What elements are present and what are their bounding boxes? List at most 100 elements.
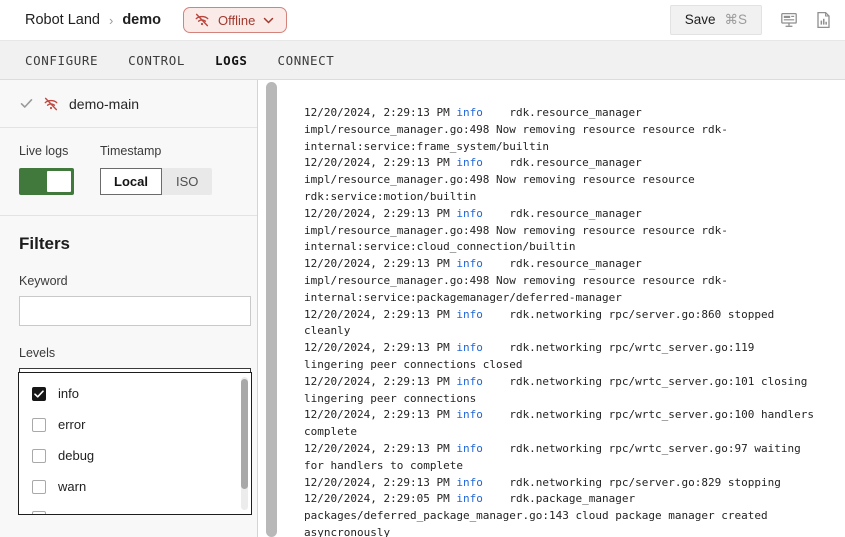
save-button[interactable]: Save ⌘S — [670, 5, 762, 35]
log-line: lingering peer connections closed — [304, 357, 845, 374]
breadcrumb-machine[interactable]: demo — [122, 12, 161, 28]
checkbox-warn[interactable] — [32, 480, 46, 494]
log-line: impl/resource_manager.go:498 Now removin… — [304, 172, 845, 189]
levels-dropdown: info error debug warn — [18, 372, 252, 515]
checkbox-partial[interactable] — [32, 511, 46, 516]
log-line: internal:service:cloud_connection/builti… — [304, 239, 845, 256]
level-option-error[interactable]: error — [19, 409, 251, 440]
breadcrumb-org[interactable]: Robot Land — [25, 12, 100, 28]
log-line: cleanly — [304, 323, 845, 340]
level-option-partial[interactable] — [19, 502, 251, 515]
tab-connect[interactable]: CONNECT — [278, 53, 335, 68]
tab-configure[interactable]: CONFIGURE — [25, 53, 98, 68]
log-line: 12/20/2024, 2:29:13 PM info rdk.networki… — [304, 340, 845, 357]
log-timestamp: 12/20/2024, 2:29:13 PM — [304, 341, 456, 354]
tab-control[interactable]: CONTROL — [128, 53, 185, 68]
dropdown-scrollbar-thumb[interactable] — [241, 379, 248, 489]
log-line: 12/20/2024, 2:29:13 PM info rdk.resource… — [304, 256, 845, 273]
level-option-label: debug — [58, 448, 94, 463]
log-panel: 12/20/2024, 2:29:13 PM info rdk.resource… — [278, 80, 845, 537]
timestamp-option-local[interactable]: Local — [100, 168, 162, 195]
log-message: rdk.resource_manager — [483, 257, 642, 270]
save-shortcut: ⌘S — [724, 12, 747, 28]
log-level: info — [456, 207, 483, 220]
log-entry: 12/20/2024, 2:29:13 PM info rdk.networki… — [304, 441, 845, 475]
log-entry: 12/20/2024, 2:29:13 PM info rdk.resource… — [304, 256, 845, 306]
log-line: internal:service:frame_system/builtin — [304, 139, 845, 156]
log-line: rdk:service:motion/builtin — [304, 189, 845, 206]
levels-label: Levels — [19, 346, 238, 360]
chevron-down-icon — [263, 17, 274, 24]
log-entry: 12/20/2024, 2:29:13 PM info rdk.networki… — [304, 407, 845, 441]
breadcrumb-separator: › — [109, 13, 113, 28]
toggle-knob — [47, 171, 71, 192]
filters-title: Filters — [19, 234, 238, 254]
tab-logs[interactable]: LOGS — [215, 53, 248, 68]
save-label: Save — [685, 12, 716, 28]
dropdown-scrollbar[interactable] — [241, 377, 248, 510]
checkbox-info[interactable] — [32, 387, 46, 401]
timestamp-option-iso[interactable]: ISO — [162, 168, 212, 195]
log-timestamp: 12/20/2024, 2:29:13 PM — [304, 257, 456, 270]
level-option-warn[interactable]: warn — [19, 471, 251, 502]
checkbox-debug[interactable] — [32, 449, 46, 463]
log-message: rdk.networking rpc/wrtc_server.go:119 — [483, 341, 755, 354]
wifi-off-icon — [43, 96, 59, 112]
log-level: info — [456, 156, 483, 169]
keyword-label: Keyword — [19, 274, 238, 288]
log-level: info — [456, 476, 483, 489]
level-option-info[interactable]: info — [19, 378, 251, 409]
machine-status-badge[interactable]: Offline — [183, 7, 287, 33]
filters-section: Filters Keyword Levels — [0, 216, 257, 398]
log-controls: Live logs Timestamp Local ISO — [0, 128, 257, 216]
log-entry: 12/20/2024, 2:29:13 PM info rdk.resource… — [304, 105, 845, 155]
log-entry: 12/20/2024, 2:29:13 PM info rdk.networki… — [304, 307, 845, 341]
log-level: info — [456, 375, 483, 388]
log-message: rdk.networking rpc/server.go:829 stoppin… — [483, 476, 781, 489]
log-timestamp: 12/20/2024, 2:29:05 PM — [304, 492, 456, 505]
log-line: impl/resource_manager.go:498 Now removin… — [304, 273, 845, 290]
log-file-icon[interactable] — [816, 11, 831, 29]
log-line: 12/20/2024, 2:29:13 PM info rdk.resource… — [304, 105, 845, 122]
topbar-actions: Save ⌘S — [670, 5, 831, 35]
log-line: packages/deferred_package_manager.go:143… — [304, 508, 845, 525]
log-entry: 12/20/2024, 2:29:13 PM info rdk.resource… — [304, 155, 845, 205]
log-entry: 12/20/2024, 2:29:05 PM info rdk.package_… — [304, 491, 845, 537]
log-line: 12/20/2024, 2:29:13 PM info rdk.resource… — [304, 206, 845, 223]
log-level: info — [456, 408, 483, 421]
log-line: 12/20/2024, 2:29:13 PM info rdk.networki… — [304, 475, 845, 492]
log-level: info — [456, 308, 483, 321]
checkbox-error[interactable] — [32, 418, 46, 432]
log-list: 12/20/2024, 2:29:13 PM info rdk.resource… — [304, 105, 845, 537]
wifi-off-icon — [194, 12, 210, 28]
logs-scrollbar[interactable] — [266, 82, 277, 537]
log-line: 12/20/2024, 2:29:13 PM info rdk.networki… — [304, 374, 845, 391]
sidebar: demo-main Live logs Timestamp Local ISO … — [0, 80, 258, 537]
log-entry: 12/20/2024, 2:29:13 PM info rdk.networki… — [304, 475, 845, 492]
log-level: info — [456, 341, 483, 354]
log-entry: 12/20/2024, 2:29:13 PM info rdk.resource… — [304, 206, 845, 256]
log-line: 12/20/2024, 2:29:05 PM info rdk.package_… — [304, 491, 845, 508]
log-line: asyncronously — [304, 525, 845, 537]
logs-scrollbar-thumb[interactable] — [266, 82, 277, 537]
log-timestamp: 12/20/2024, 2:29:13 PM — [304, 106, 456, 119]
timestamp-control: Timestamp Local ISO — [100, 144, 212, 195]
log-message: rdk.resource_manager — [483, 106, 642, 119]
keyword-input[interactable] — [19, 296, 251, 326]
level-option-debug[interactable]: debug — [19, 440, 251, 471]
level-option-label: info — [58, 386, 79, 401]
monitor-icon[interactable] — [780, 11, 798, 29]
log-message: rdk.networking rpc/wrtc_server.go:100 ha… — [483, 408, 814, 421]
level-option-label: error — [58, 417, 85, 432]
log-timestamp: 12/20/2024, 2:29:13 PM — [304, 442, 456, 455]
log-message: rdk.networking rpc/wrtc_server.go:97 wai… — [483, 442, 801, 455]
log-timestamp: 12/20/2024, 2:29:13 PM — [304, 375, 456, 388]
log-message: rdk.resource_manager — [483, 207, 642, 220]
log-message: rdk.resource_manager — [483, 156, 642, 169]
log-timestamp: 12/20/2024, 2:29:13 PM — [304, 308, 456, 321]
log-message: rdk.networking rpc/wrtc_server.go:101 cl… — [483, 375, 808, 388]
part-row[interactable]: demo-main — [0, 80, 257, 128]
top-bar: Robot Land › demo Offline Save ⌘S — [0, 0, 845, 40]
live-logs-toggle[interactable] — [19, 168, 74, 195]
live-logs-control: Live logs — [19, 144, 74, 195]
